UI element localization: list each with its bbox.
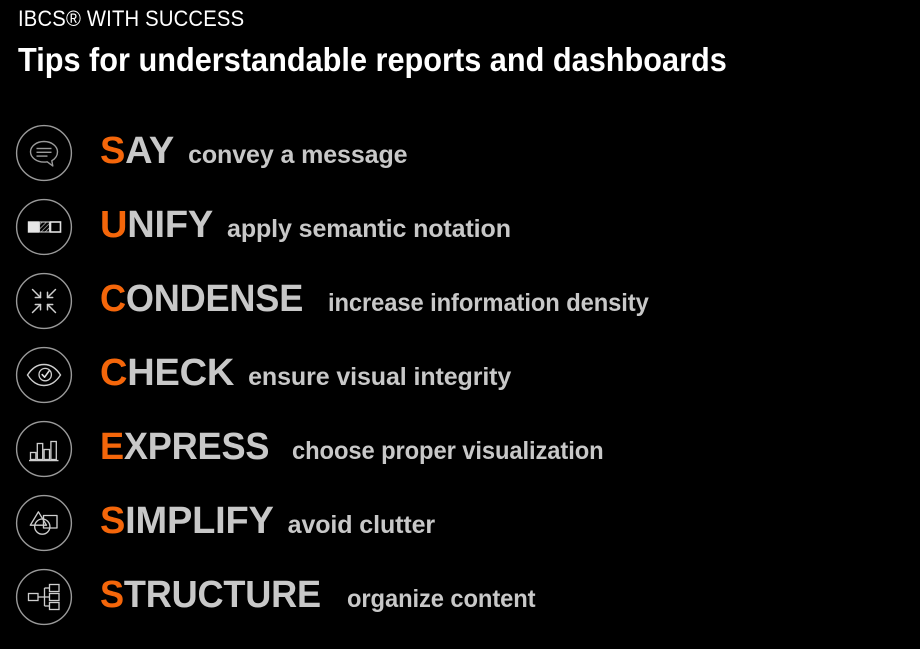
row-text-unify: UNIFY apply semantic notation xyxy=(100,205,511,249)
slide-header: IBCS® WITH SUCCESS Tips for understandab… xyxy=(18,6,904,80)
list-item-simplify: SIMPLIFY avoid clutter xyxy=(0,486,920,560)
keyword-rest: XPRESS xyxy=(123,426,270,468)
bar-chart-icon xyxy=(15,420,73,478)
description-condense: increase information density xyxy=(327,289,649,317)
keyword-lead-letter: S xyxy=(100,574,124,616)
list-item-structure: STRUCTURE organize content xyxy=(0,560,920,634)
keyword-check: CHECK xyxy=(100,353,234,393)
eye-check-icon xyxy=(15,346,73,404)
principles-list: SAY convey a message UNIFY apply semanti… xyxy=(0,116,920,634)
keyword-express: EXPRESS xyxy=(100,427,269,467)
row-text-structure: STRUCTURE organize content xyxy=(100,575,545,619)
shapes-icon xyxy=(15,494,73,552)
description-express: choose proper visualization xyxy=(292,437,604,465)
keyword-rest: ONDENSE xyxy=(125,278,304,320)
eyebrow-text: IBCS® WITH SUCCESS xyxy=(18,6,245,31)
keyword-lead-letter: C xyxy=(100,278,126,320)
org-tree-icon xyxy=(15,568,73,626)
keyword-lead-letter: E xyxy=(100,426,124,468)
keyword-rest: HECK xyxy=(127,352,235,394)
row-text-condense: CONDENSE increase information density xyxy=(100,279,665,323)
description-check: ensure visual integrity xyxy=(248,363,512,391)
keyword-lead-letter: C xyxy=(100,352,128,394)
list-item-condense: CONDENSE increase information density xyxy=(0,264,920,338)
row-text-express: EXPRESS choose proper visualization xyxy=(100,427,620,471)
page-title: Tips for understandable reports and dash… xyxy=(18,41,727,78)
keyword-rest: IMPLIFY xyxy=(125,500,274,542)
list-item-say: SAY convey a message xyxy=(0,116,920,190)
keyword-rest: TRUCTURE xyxy=(123,574,321,616)
keyword-rest: AY xyxy=(125,130,175,172)
list-item-check: CHECK ensure visual integrity xyxy=(0,338,920,412)
keyword-lead-letter: S xyxy=(100,130,126,172)
row-text-check: CHECK ensure visual integrity xyxy=(100,353,511,397)
description-simplify: avoid clutter xyxy=(287,511,436,539)
keyword-structure: STRUCTURE xyxy=(100,575,321,615)
keyword-condense: CONDENSE xyxy=(100,279,303,319)
row-text-simplify: SIMPLIFY avoid clutter xyxy=(100,501,435,545)
list-item-unify: UNIFY apply semantic notation xyxy=(0,190,920,264)
list-item-express: EXPRESS choose proper visualization xyxy=(0,412,920,486)
description-unify: apply semantic notation xyxy=(227,215,511,243)
keyword-lead-letter: S xyxy=(100,500,126,542)
converging-arrows-icon xyxy=(15,272,73,330)
slide-root: IBCS® WITH SUCCESS Tips for understandab… xyxy=(0,0,920,649)
description-say: convey a message xyxy=(188,141,408,169)
keyword-unify: UNIFY xyxy=(100,205,213,245)
keyword-simplify: SIMPLIFY xyxy=(100,501,274,541)
keyword-say: SAY xyxy=(100,131,174,171)
keyword-lead-letter: U xyxy=(100,204,128,246)
speech-bubble-icon xyxy=(15,124,73,182)
semantic-notation-squares-icon xyxy=(15,198,73,256)
row-text-say: SAY convey a message xyxy=(100,131,408,175)
description-structure: organize content xyxy=(346,585,536,613)
keyword-rest: NIFY xyxy=(127,204,214,246)
